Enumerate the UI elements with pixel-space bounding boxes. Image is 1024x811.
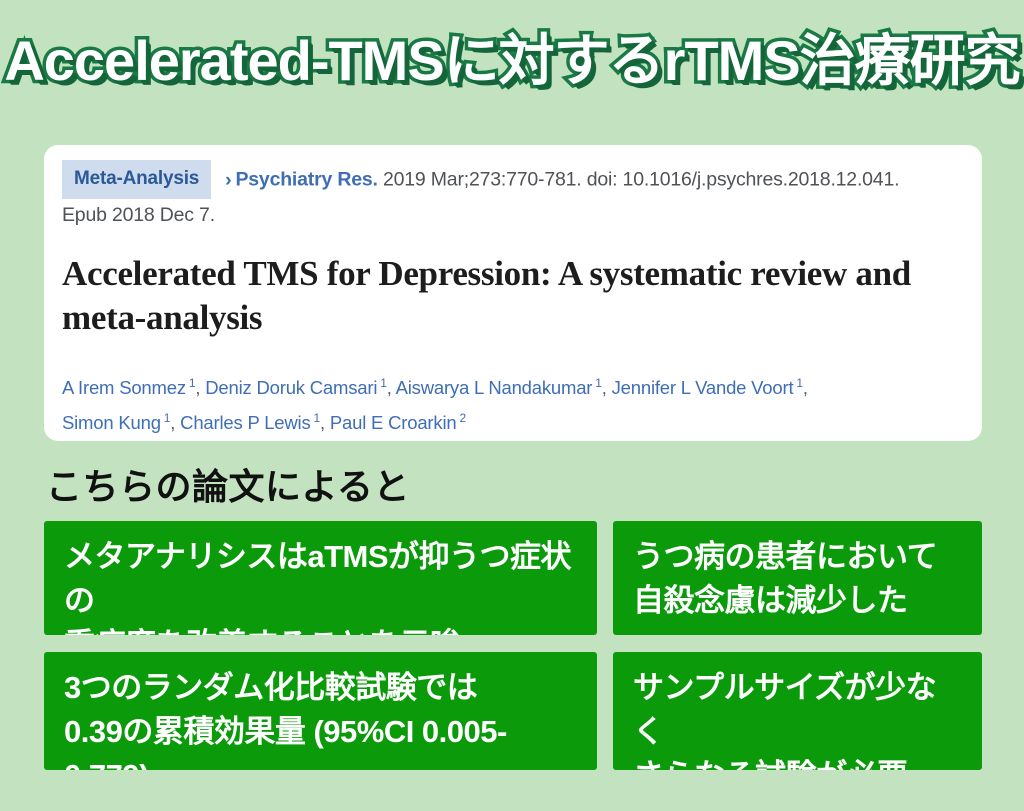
author-separator: , [195, 377, 206, 399]
finding-line-1: 3つのランダム化比較試験では [64, 670, 478, 705]
author-list: A Irem Sonmez 1, Deniz Doruk Camsari 1, Ai… [62, 368, 964, 438]
author-separator: , [386, 377, 396, 399]
author-affiliation: 2 [459, 411, 466, 426]
author-name[interactable]: Simon Kung [62, 412, 161, 433]
finding-line-2: 0.39の累積効果量 (95%CI 0.005-0.779) [64, 714, 507, 770]
author-name[interactable]: Charles P Lewis [180, 412, 311, 433]
author-separator: , [601, 377, 612, 399]
finding-line-2: 重症度を改善することを示唆 [64, 623, 577, 635]
finding-line-1: サンプルサイズが少なく [633, 670, 937, 749]
page-title: Accelerated-TMSに対するrTMS治療研究 [1, 29, 1024, 92]
finding-line-2: 自殺念慮は減少した [633, 583, 908, 618]
author-item[interactable]: Aiswarya L Nandakumar 1 [396, 376, 602, 398]
author-separator: , [802, 377, 808, 399]
author-item[interactable]: Jennifer L Vande Voort 1 [612, 376, 803, 398]
pubmed-citation-card: Meta-Analysis › Psychiatry Res. 2019 Mar;2… [44, 145, 982, 441]
author-separator: , [170, 412, 181, 434]
author-name[interactable]: Aiswarya L Nandakumar [396, 377, 593, 398]
finding-card: うつ病の患者において 自殺念慮は減少した [613, 521, 982, 635]
finding-card: サンプルサイズが少なく さらなる試験が必要 [613, 652, 982, 770]
author-item[interactable]: Deniz Doruk Camsari 1 [205, 376, 387, 398]
findings-grid: メタアナリシスはaTMSが抑うつ症状の 重症度を改善することを示唆 うつ病の患者… [44, 521, 982, 770]
header-banner: Accelerated-TMSに対するrTMS治療研究 [0, 0, 1024, 122]
finding-line-2: さらなる試験が必要 [633, 754, 962, 770]
paper-title: Accelerated TMS for Depression: A system… [62, 254, 911, 337]
author-item[interactable]: A Irem Sonmez 1 [62, 376, 196, 398]
author-name[interactable]: A Irem Sonmez [62, 377, 186, 398]
author-item[interactable]: Simon Kung 1 [62, 411, 170, 433]
finding-line-1: うつ病の患者において [633, 539, 938, 574]
finding-card: メタアナリシスはaTMSが抑うつ症状の 重症度を改善することを示唆 [44, 521, 597, 635]
author-item[interactable]: Charles P Lewis 1 [180, 411, 320, 433]
finding-card: 3つのランダム化比較試験では 0.39の累積効果量 (95%CI 0.005-0… [44, 652, 597, 770]
status-badge: Meta-Analysis [62, 160, 212, 199]
journal-link[interactable]: Psychiatry Res. [235, 169, 377, 191]
author-separator: , [320, 412, 330, 434]
author-name[interactable]: Paul E Croarkin [330, 412, 457, 433]
citation-details: 2019 Mar;273:770-781. doi: 10.1016/j.psy… [377, 168, 900, 191]
author-item[interactable]: Paul E Croarkin 2 [330, 411, 466, 433]
finding-line-1: メタアナリシスはaTMSが抑うつ症状の [64, 539, 572, 618]
epub-line: Epub 2018 Dec 7. [62, 204, 215, 226]
citation-line: Meta-Analysis › Psychiatry Res. 2019 Mar;2… [62, 160, 964, 200]
chevron-right-icon: › [225, 168, 232, 191]
author-name[interactable]: Deniz Doruk Camsari [205, 377, 377, 398]
author-name[interactable]: Jennifer L Vande Voort [612, 377, 794, 398]
section-heading: こちらの論文によると [46, 466, 410, 507]
